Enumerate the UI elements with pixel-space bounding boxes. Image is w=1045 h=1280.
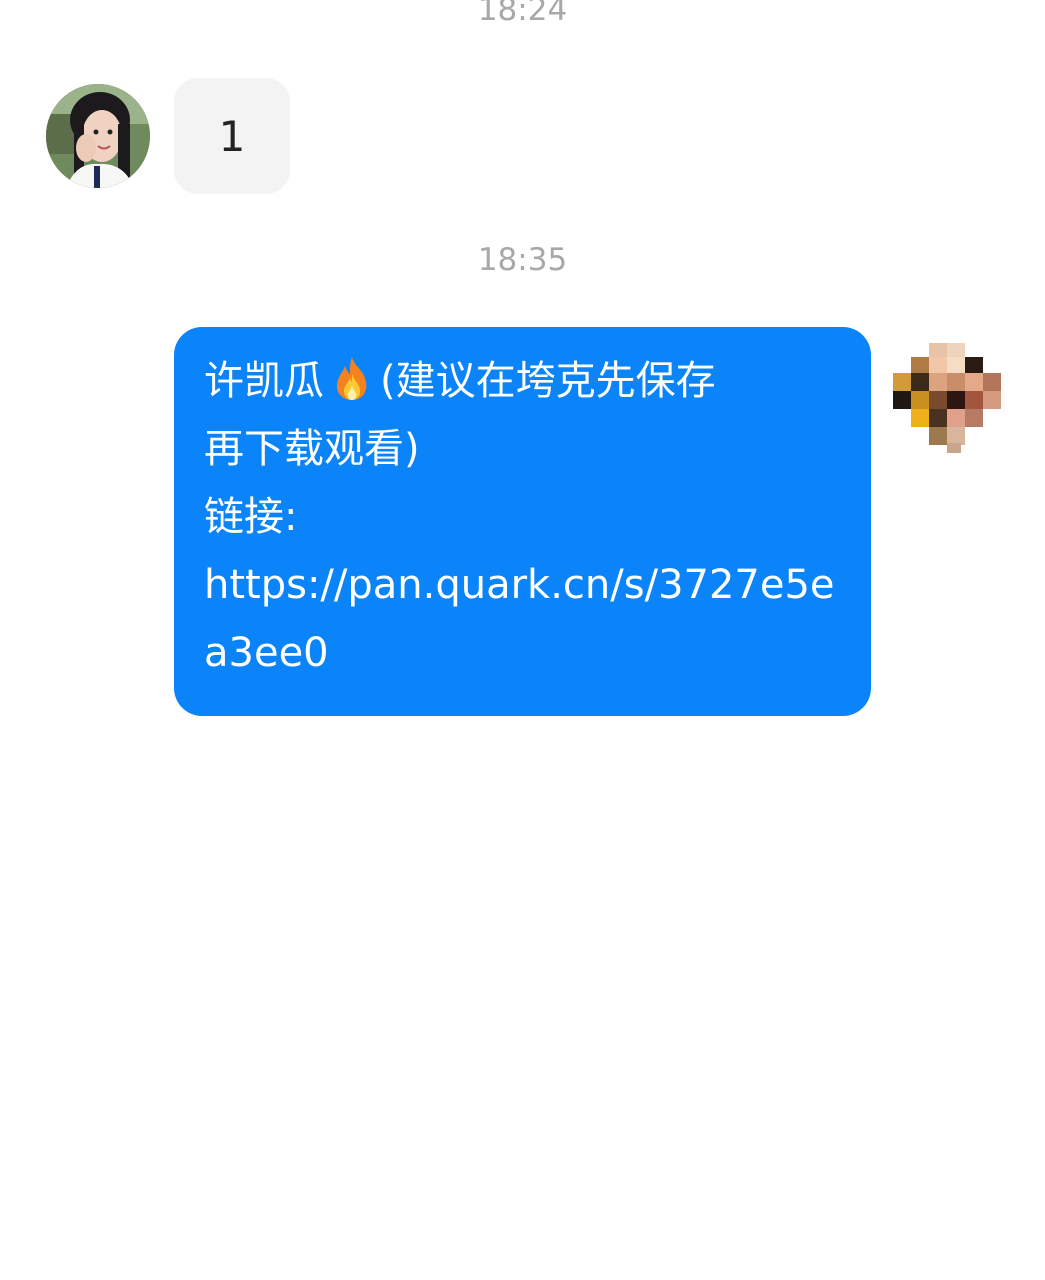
message-text: 许凯瓜: [204, 358, 324, 404]
message-line: 再下载观看): [204, 426, 420, 472]
fire-emoji-icon: [336, 357, 367, 400]
message-link[interactable]: https://pan.quark.cn/s/3727e5e: [204, 551, 847, 619]
outgoing-message-bubble[interactable]: 许凯瓜 (建议在垮克先保存 再下载观看) 链接: https://pan.qua…: [174, 327, 871, 716]
message-line: 许凯瓜 (建议在垮克先保存: [204, 347, 847, 415]
message-link[interactable]: a3ee0: [204, 619, 847, 687]
user-avatar-icon: [46, 84, 150, 188]
incoming-message-bubble[interactable]: 1: [174, 78, 290, 194]
self-avatar[interactable]: [893, 343, 1005, 455]
message-line: 链接:: [204, 494, 298, 540]
contact-avatar[interactable]: [46, 84, 150, 188]
incoming-message-text: 1: [218, 111, 246, 161]
pixelated-avatar-icon: [893, 343, 1001, 453]
message-text: (建议在垮克先保存: [380, 358, 716, 404]
timestamp: 18:35: [477, 242, 568, 278]
timestamp: 18:24: [477, 0, 568, 28]
